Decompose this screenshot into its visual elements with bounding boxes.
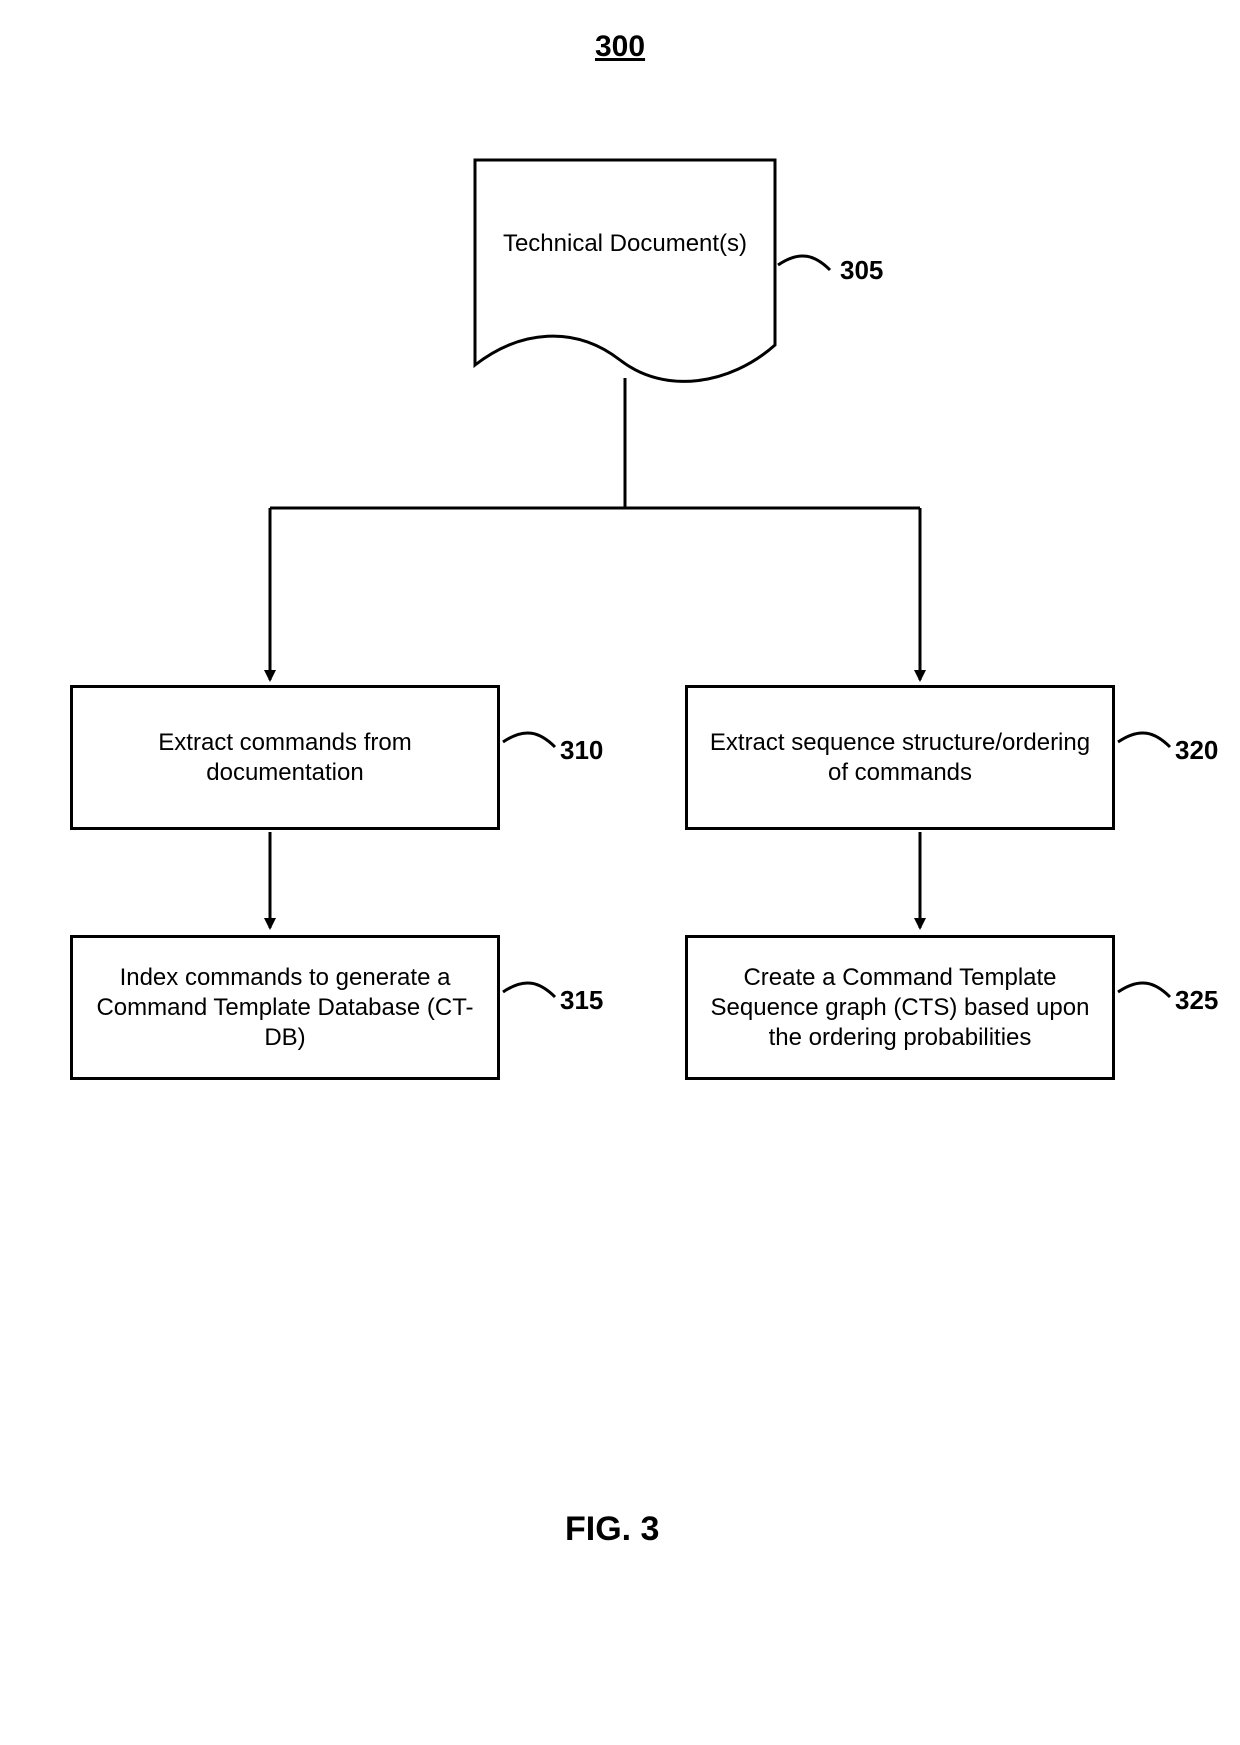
node-index-commands: Index commands to generate a Command Tem… (70, 935, 500, 1080)
node-doc-text: Technical Document(s) (475, 230, 775, 258)
diagram-page: 300 Technical Document(s) 305 (0, 0, 1240, 1745)
leader-320 (1118, 733, 1170, 747)
leader-305 (778, 256, 830, 270)
ref-310: 310 (560, 735, 603, 766)
node-create-cts: Create a Command Template Sequence graph… (685, 935, 1115, 1080)
node-extract-sequence: Extract sequence structure/ordering of c… (685, 685, 1115, 830)
document-shape (475, 160, 775, 381)
node-extract-commands: Extract commands from documentation (70, 685, 500, 830)
leader-325 (1118, 983, 1170, 997)
ref-315: 315 (560, 985, 603, 1016)
flow-svg (0, 0, 1240, 1745)
figure-number: 300 (595, 30, 645, 64)
ref-320: 320 (1175, 735, 1218, 766)
ref-305: 305 (840, 255, 883, 286)
figure-caption: FIG. 3 (565, 1510, 659, 1549)
leader-315 (503, 983, 555, 997)
ref-325: 325 (1175, 985, 1218, 1016)
leader-310 (503, 733, 555, 747)
